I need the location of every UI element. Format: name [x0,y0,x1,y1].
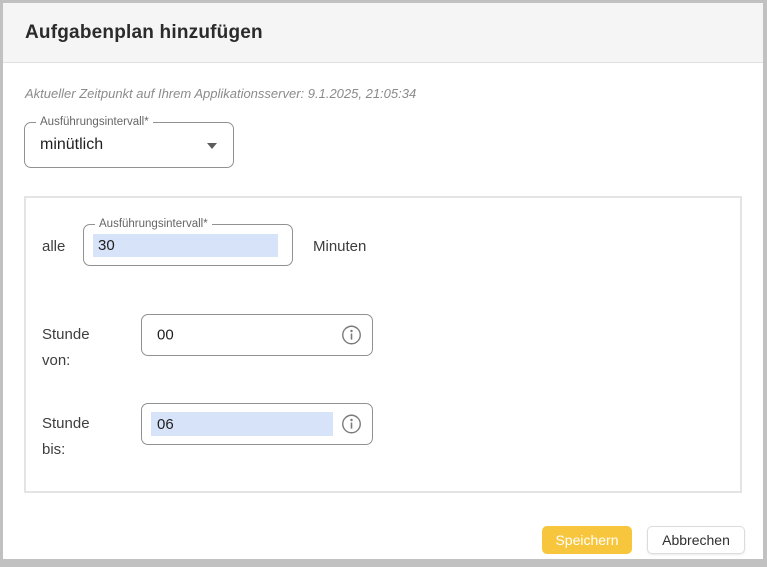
minutes-unit-label: Minuten [313,238,366,255]
chevron-down-icon [207,143,217,149]
execution-interval-select-value: minütlich [40,136,103,154]
info-icon[interactable] [341,414,362,435]
hour-to-label: Stunde bis: [42,411,114,463]
interval-minutes-input[interactable]: Ausführungsintervall* 30 [83,224,293,266]
hour-to-input[interactable]: 06 [141,403,373,445]
hour-from-label: Stunde von: [42,322,114,374]
hour-from-input-value: 00 [157,327,174,344]
dialog-header: Aufgabenplan hinzufügen [3,3,763,63]
every-label: alle [42,238,65,255]
execution-interval-select-label: Ausführungsintervall* [36,115,153,129]
execution-interval-select[interactable]: Ausführungsintervall* minütlich [24,122,234,168]
interval-minutes-input-value: 30 [93,234,278,257]
schedule-settings-panel: alle Ausführungsintervall* 30 Minuten St… [24,196,742,493]
interval-minutes-input-label: Ausführungsintervall* [95,217,212,231]
info-icon[interactable] [341,325,362,346]
hour-from-input[interactable]: 00 [141,314,373,356]
server-time-note: Aktueller Zeitpunkt auf Ihrem Applikatio… [25,86,416,101]
hour-to-input-value: 06 [151,412,333,436]
save-button[interactable]: Speichern [542,526,632,554]
cancel-button[interactable]: Abbrechen [647,526,745,554]
dialog-window: Aufgabenplan hinzufügen Aktueller Zeitpu… [3,3,763,559]
dialog-title: Aufgabenplan hinzufügen [25,22,263,44]
